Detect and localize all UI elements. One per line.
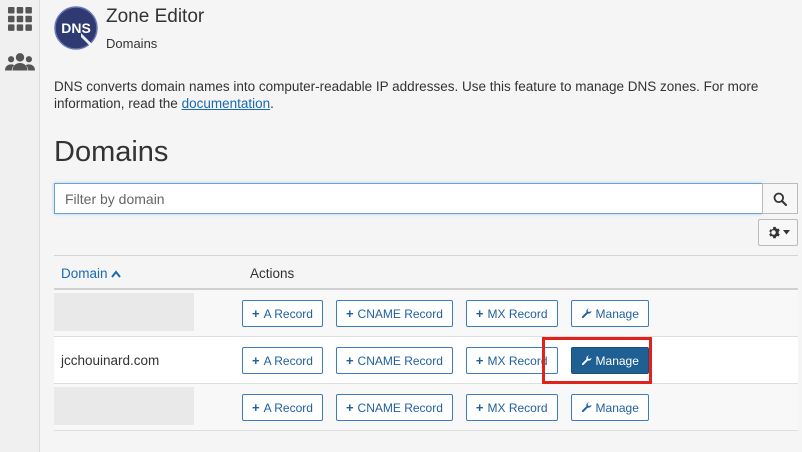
wrench-icon <box>581 402 592 413</box>
redacted-domain <box>54 387 194 425</box>
button-label: A Record <box>263 306 313 321</box>
add-a-record-button[interactable]: + A Record <box>242 300 323 327</box>
redacted-domain <box>54 293 194 331</box>
add-cname-record-button[interactable]: + CNAME Record <box>335 300 453 327</box>
left-rail <box>0 0 40 452</box>
domains-table: Domain Actions + A Record + CNAME Record +… <box>54 255 798 431</box>
manage-button[interactable]: Manage <box>570 347 649 374</box>
documentation-link[interactable]: documentation <box>182 96 271 111</box>
row-actions: + A Record + CNAME Record + MX Record Manag… <box>242 347 649 374</box>
app-title: Zone Editor <box>106 6 205 27</box>
add-mx-record-button[interactable]: + MX Record <box>465 394 558 421</box>
button-label: Manage <box>595 353 639 368</box>
wrench-icon <box>581 355 592 366</box>
grid-icon[interactable] <box>5 4 35 34</box>
plus-icon: + <box>475 400 484 415</box>
plus-icon: + <box>475 353 484 368</box>
add-a-record-button[interactable]: + A Record <box>242 394 323 421</box>
button-label: A Record <box>263 353 313 368</box>
row-actions: + A Record + CNAME Record + MX Record Manag… <box>242 394 649 421</box>
add-cname-record-button[interactable]: + CNAME Record <box>335 394 453 421</box>
domain-name: jcchouinard.com <box>61 352 160 368</box>
add-a-record-button[interactable]: + A Record <box>242 347 323 374</box>
filter-bar <box>54 183 798 214</box>
add-mx-record-button[interactable]: + MX Record <box>465 300 558 327</box>
caret-down-icon <box>782 230 790 235</box>
button-label: Manage <box>595 400 639 415</box>
wrench-icon <box>581 308 592 319</box>
table-row: + A Record + CNAME Record + MX Record Manag… <box>54 290 798 337</box>
users-icon[interactable] <box>5 48 35 78</box>
add-cname-record-button[interactable]: + CNAME Record <box>335 347 453 374</box>
plus-icon: + <box>345 400 354 415</box>
table-header: Domain Actions <box>54 255 798 290</box>
plus-icon: + <box>252 353 260 368</box>
button-label: Manage <box>595 306 639 321</box>
button-label: A Record <box>263 400 313 415</box>
intro-text: DNS converts domain names into computer-… <box>54 78 784 112</box>
button-label: MX Record <box>487 306 548 321</box>
sort-up-icon <box>110 269 121 278</box>
manage-button[interactable]: Manage <box>570 300 649 327</box>
plus-icon: + <box>345 306 354 321</box>
table-row: jcchouinard.com + A Record + CNAME Record … <box>54 337 798 384</box>
button-label: CNAME Record <box>357 353 443 368</box>
dns-logo: DNS <box>54 6 98 50</box>
add-mx-record-button[interactable]: + MX Record <box>465 347 558 374</box>
plus-icon: + <box>252 306 260 321</box>
button-label: MX Record <box>487 353 548 368</box>
manage-button[interactable]: Manage <box>570 394 649 421</box>
intro-text-end: . <box>270 96 274 111</box>
settings-dropdown-button[interactable] <box>758 219 798 246</box>
svg-text:DNS: DNS <box>61 20 91 36</box>
plus-icon: + <box>345 353 354 368</box>
page-title: Domains <box>54 136 169 168</box>
app-subtitle: Domains <box>106 36 158 51</box>
button-label: CNAME Record <box>357 306 443 321</box>
plus-icon: + <box>475 306 484 321</box>
intro-text-body: DNS converts domain names into computer-… <box>54 79 759 111</box>
search-button[interactable] <box>762 183 798 214</box>
actions-column-header: Actions <box>250 266 295 281</box>
table-row: + A Record + CNAME Record + MX Record Manag… <box>54 384 798 431</box>
button-label: MX Record <box>487 400 548 415</box>
button-label: CNAME Record <box>357 400 443 415</box>
domain-column-label: Domain <box>61 266 108 281</box>
row-actions: + A Record + CNAME Record + MX Record Manag… <box>242 300 649 327</box>
domain-column-header[interactable]: Domain <box>61 266 121 281</box>
gear-icon <box>768 226 780 239</box>
search-icon <box>773 192 787 206</box>
filter-input[interactable] <box>54 183 762 214</box>
plus-icon: + <box>252 400 260 415</box>
